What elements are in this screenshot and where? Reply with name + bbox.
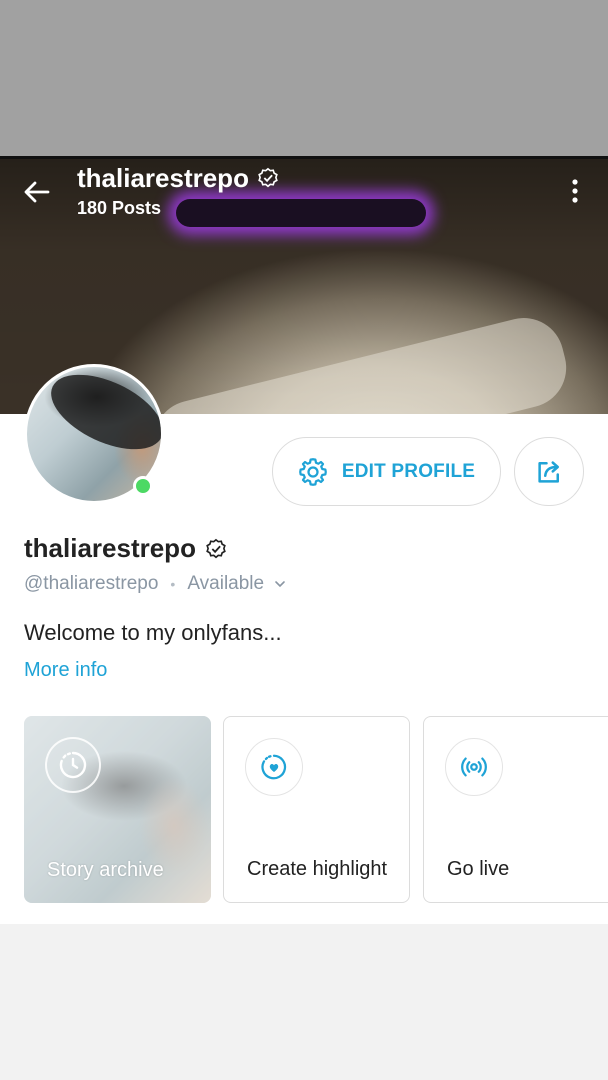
edit-profile-button[interactable]: EDIT PROFILE <box>272 437 501 506</box>
story-archive-label: Story archive <box>47 859 164 881</box>
separator-dot: • <box>170 576 176 592</box>
clock-icon <box>45 737 101 793</box>
chevron-down-icon[interactable] <box>274 578 286 590</box>
share-icon <box>538 460 559 483</box>
go-live-card[interactable]: Go live <box>423 716 608 903</box>
verified-icon <box>206 538 226 559</box>
more-info-link[interactable]: More info <box>24 659 107 682</box>
verified-icon <box>258 167 278 188</box>
availability-status[interactable]: Available <box>187 573 264 595</box>
top-blank-area <box>0 0 608 156</box>
profile-handle: @thaliarestrepo <box>24 573 159 594</box>
header-username: thaliarestrepo <box>77 163 249 193</box>
handle-row: @thaliarestrepo • Available <box>24 573 286 595</box>
gear-icon <box>298 457 327 486</box>
profile-display-name: thaliarestrepo <box>24 533 196 563</box>
online-status-dot <box>133 476 153 496</box>
header-posts-count: 180 Posts <box>77 198 162 218</box>
edit-profile-label: EDIT PROFILE <box>341 460 476 482</box>
back-arrow-icon[interactable] <box>20 175 54 209</box>
go-live-label: Go live <box>447 858 510 880</box>
create-highlight-label: Create highlight <box>247 858 388 880</box>
redaction-scribble <box>176 199 426 227</box>
create-highlight-card[interactable]: Create highlight <box>223 716 410 903</box>
share-button[interactable] <box>514 437 584 506</box>
broadcast-icon <box>445 738 503 796</box>
profile-bio: Welcome to my onlyfans... <box>24 620 282 645</box>
story-archive-card[interactable]: Story archive <box>24 716 211 903</box>
more-options-icon[interactable] <box>566 178 584 204</box>
heart-icon <box>245 738 303 796</box>
